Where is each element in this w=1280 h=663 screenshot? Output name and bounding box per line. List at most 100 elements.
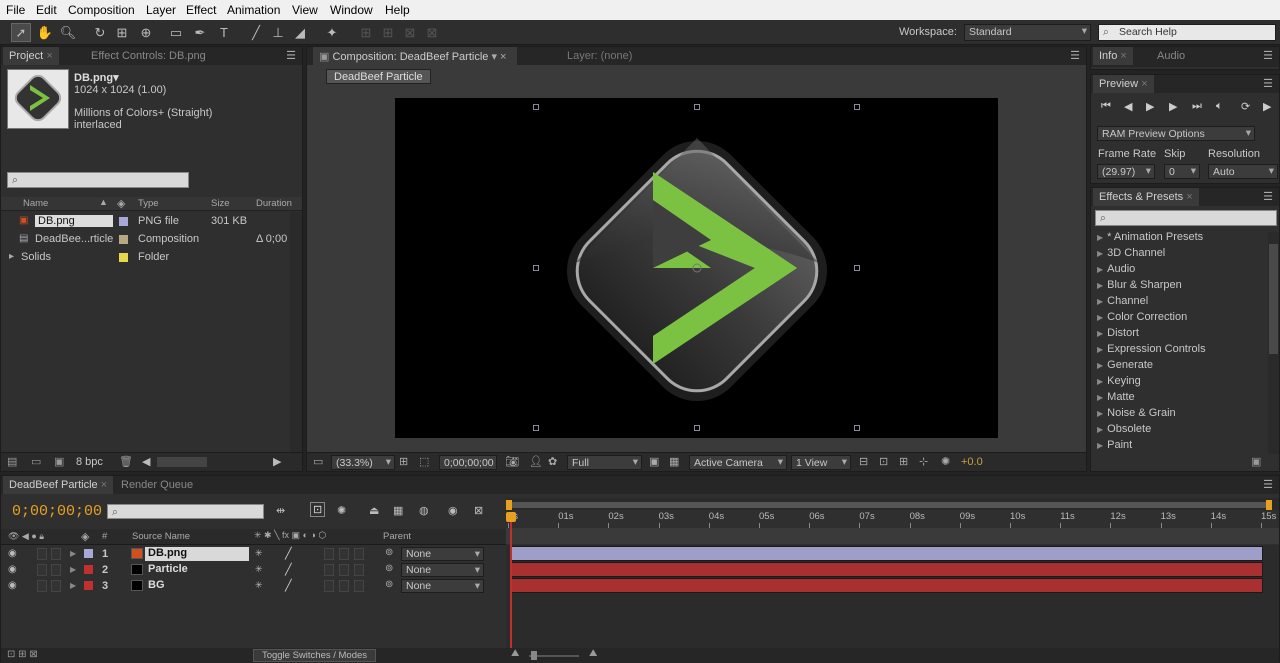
expand-triangle-icon[interactable]: ▶ <box>1097 233 1103 242</box>
menu-layer[interactable]: Layer <box>146 3 176 17</box>
project-item[interactable]: ▣ DB.png PNG file 301 KB <box>1 213 290 231</box>
search-help-field[interactable]: ⌕ Search Help <box>1098 24 1276 41</box>
camera-select[interactable]: Active Camera <box>689 455 787 470</box>
rectangle-tool-icon[interactable]: ▭ <box>166 23 186 42</box>
grid-icon[interactable]: ⬚ <box>419 455 429 468</box>
live-update-icon[interactable]: ⊡ <box>310 502 326 517</box>
brush-tool-icon[interactable]: ╱ <box>246 23 266 42</box>
expand-triangle-icon[interactable]: ▶ <box>1097 409 1103 418</box>
tab-render-queue[interactable]: Render Queue <box>115 476 199 494</box>
visibility-eye-icon[interactable]: ◉ <box>8 580 17 591</box>
motion-blur-switch[interactable] <box>339 580 349 592</box>
previous-frame-icon[interactable]: ◀ <box>1124 100 1132 113</box>
effect-switch[interactable] <box>324 548 334 560</box>
snapshot-icon[interactable]: 📷︎ <box>505 455 519 468</box>
shy-switch-icon[interactable]: ✳ <box>255 548 263 559</box>
tab-timeline-comp[interactable]: DeadBeef Particle × <box>3 476 114 494</box>
new-composition-icon[interactable]: ▣ <box>54 455 64 468</box>
file-name[interactable]: DB.png▾ <box>74 71 119 84</box>
effect-category[interactable]: ▶ Distort <box>1097 327 1139 343</box>
menu-edit[interactable]: Edit <box>36 3 57 17</box>
exposure-reset-icon[interactable]: ✺ <box>941 455 950 468</box>
comp-timecode[interactable]: 0;00;00;00 <box>439 455 497 470</box>
layer-label-color[interactable] <box>84 565 93 574</box>
local-axis-icon[interactable]: ⊠ <box>422 23 442 42</box>
motion-blur-switch[interactable] <box>339 564 349 576</box>
panel-menu-icon[interactable]: ☰ <box>1070 49 1080 62</box>
quality-switch-icon[interactable]: ╱ <box>285 563 292 576</box>
hide-shy-layers-icon[interactable]: ⏏ <box>369 504 379 517</box>
quality-switch-icon[interactable]: ╱ <box>285 579 292 592</box>
menu-animation[interactable]: Animation <box>227 3 280 17</box>
effect-category[interactable]: ▶ Keying <box>1097 375 1141 391</box>
pen-tool-icon[interactable]: ✒ <box>190 23 210 42</box>
3d-layer-switch[interactable] <box>354 548 364 560</box>
menu-window[interactable]: Window <box>330 3 373 17</box>
motion-blur-switch[interactable] <box>339 548 349 560</box>
eraser-tool-icon[interactable]: ◢ <box>290 23 310 42</box>
pick-whip-icon[interactable]: ⊚ <box>385 563 393 574</box>
transparency-grid-icon[interactable]: ▦ <box>669 455 679 468</box>
expand-triangle-icon[interactable]: ▶ <box>1097 345 1103 354</box>
fast-previews-icon[interactable]: ⊡ <box>879 455 888 468</box>
tab-audio[interactable]: Audio <box>1151 47 1191 65</box>
work-area-bar[interactable] <box>508 502 1268 508</box>
menu-view[interactable]: View <box>292 3 318 17</box>
toggle-switches-modes-button[interactable]: Toggle Switches / Modes <box>253 649 376 662</box>
timeline-timecode[interactable]: 0;00;00;00 <box>12 503 102 520</box>
pick-whip-icon[interactable]: ⊚ <box>385 579 393 590</box>
frame-blending-icon[interactable]: ▦ <box>393 504 403 517</box>
toggle-pixel-aspect-icon[interactable]: ⊟ <box>859 455 868 468</box>
solo-switch[interactable] <box>37 580 47 592</box>
exposure-value[interactable]: +0.0 <box>961 456 983 468</box>
skip-select[interactable]: 0 <box>1164 164 1200 179</box>
motion-blur-icon[interactable]: ◍ <box>419 504 429 517</box>
world-axis-icon[interactable]: ⊞ <box>378 23 398 42</box>
expand-triangle-icon[interactable]: ▶ <box>1097 297 1103 306</box>
tab-preview[interactable]: Preview × <box>1093 75 1154 93</box>
effect-category[interactable]: ▶ Expression Controls <box>1097 343 1206 359</box>
always-preview-icon[interactable]: ▭ <box>313 455 323 468</box>
scroll-right-icon[interactable]: ▶ <box>273 455 281 468</box>
layer-label-color[interactable] <box>84 581 93 590</box>
effect-category[interactable]: ▶ Matte <box>1097 391 1135 407</box>
shy-switch-icon[interactable]: ✳ <box>255 564 263 575</box>
type-tool-icon[interactable]: T <box>214 23 234 42</box>
visibility-eye-icon[interactable]: ◉ <box>8 564 17 575</box>
resolution-select[interactable]: Auto <box>1208 164 1278 179</box>
playhead-handle[interactable] <box>506 512 516 522</box>
panel-menu-icon[interactable]: ☰ <box>1263 49 1273 62</box>
zoom-out-icon[interactable]: ⛰ <box>511 648 519 659</box>
next-frame-icon[interactable]: ▶ <box>1169 100 1177 113</box>
pan-behind-tool-icon[interactable]: ⊕ <box>136 23 156 42</box>
col-size[interactable]: Size <box>211 198 229 209</box>
parent-select[interactable]: None <box>401 563 484 577</box>
effect-category[interactable]: ▶ Channel <box>1097 295 1148 311</box>
workspace-select[interactable]: Standard <box>964 24 1091 41</box>
switches-icons[interactable]: ✳ ✱ ╲ fx ▣ ◐ ◑ ⬡ <box>254 530 326 541</box>
lock-switch[interactable] <box>51 580 61 592</box>
effect-category[interactable]: ▶ Color Correction <box>1097 311 1187 327</box>
expand-layer-icon[interactable]: ▶ <box>70 565 76 574</box>
tab-project[interactable]: Project × <box>3 47 59 65</box>
timeline-footer-icons[interactable]: ⊡ ⊞ ⊠ <box>7 649 38 660</box>
expand-triangle-icon[interactable]: ▶ <box>1097 393 1103 402</box>
3d-layer-switch[interactable] <box>354 564 364 576</box>
panel-menu-icon[interactable]: ☰ <box>1263 77 1273 90</box>
effect-category[interactable]: ▶ Blur & Sharpen <box>1097 279 1182 295</box>
layer-row[interactable]: ◉ ▶ 2 Particle ✳ ╱ ⊚ None <box>1 562 506 578</box>
rotate-tool-icon[interactable]: ↻ <box>90 23 110 42</box>
layer-row[interactable]: ◉ ▶ 1 DB.png ✳ ╱ ⊚ None <box>1 546 506 562</box>
expand-triangle-icon[interactable]: ▶ <box>1097 329 1103 338</box>
lock-switch[interactable] <box>51 548 61 560</box>
new-bin-icon[interactable]: ▣ <box>1251 455 1261 468</box>
label-color-swatch[interactable] <box>119 235 128 244</box>
effects-scrollbar[interactable] <box>1268 232 1279 454</box>
expand-triangle-icon[interactable]: ▶ <box>1097 441 1103 450</box>
label-tag-icon[interactable]: ◈ <box>81 530 89 543</box>
expand-triangle-icon[interactable]: ▶ <box>1097 313 1103 322</box>
expand-layer-icon[interactable]: ▶ <box>70 581 76 590</box>
tab-effects-presets[interactable]: Effects & Presets × <box>1093 188 1199 206</box>
label-tag-icon[interactable]: ◈ <box>117 197 125 210</box>
work-area-start-handle[interactable] <box>506 500 512 510</box>
